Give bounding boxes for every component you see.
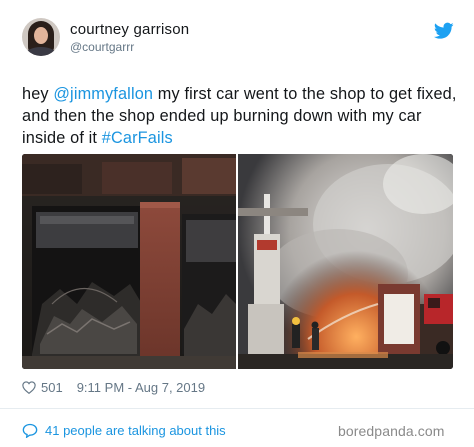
- twitter-bird-icon[interactable]: [434, 22, 454, 40]
- shop-fire-photo[interactable]: [238, 154, 453, 369]
- mention-link[interactable]: @jimmyfallon: [53, 85, 153, 103]
- tweet-text-start: hey: [22, 85, 54, 103]
- watermark: boredpanda.com: [338, 423, 445, 439]
- divider: [0, 408, 474, 409]
- like-count[interactable]: 501: [41, 380, 63, 395]
- display-name[interactable]: courtney garrison: [70, 21, 189, 38]
- heart-icon[interactable]: [22, 380, 36, 394]
- tweet-header: courtney garrison @courtgarrr: [22, 18, 454, 62]
- user-handle[interactable]: @courtgarrr: [70, 40, 134, 54]
- burned-out-shop-photo[interactable]: [22, 154, 236, 369]
- conversation-text[interactable]: 41 people are talking about this: [45, 423, 226, 438]
- hashtag-link[interactable]: #CarFails: [102, 129, 173, 147]
- speech-bubble-icon: [22, 423, 38, 438]
- conversation-link[interactable]: 41 people are talking about this: [22, 421, 226, 439]
- tweet-timestamp[interactable]: 9:11 PM - Aug 7, 2019: [77, 380, 205, 395]
- tweet-media[interactable]: [22, 154, 453, 369]
- tweet-meta: 501 9:11 PM - Aug 7, 2019: [22, 378, 205, 396]
- tweet-text: hey @jimmyfallon my first car went to th…: [22, 83, 458, 149]
- avatar[interactable]: [22, 18, 60, 56]
- tweet-card: courtney garrison @courtgarrr hey @jimmy…: [0, 0, 474, 447]
